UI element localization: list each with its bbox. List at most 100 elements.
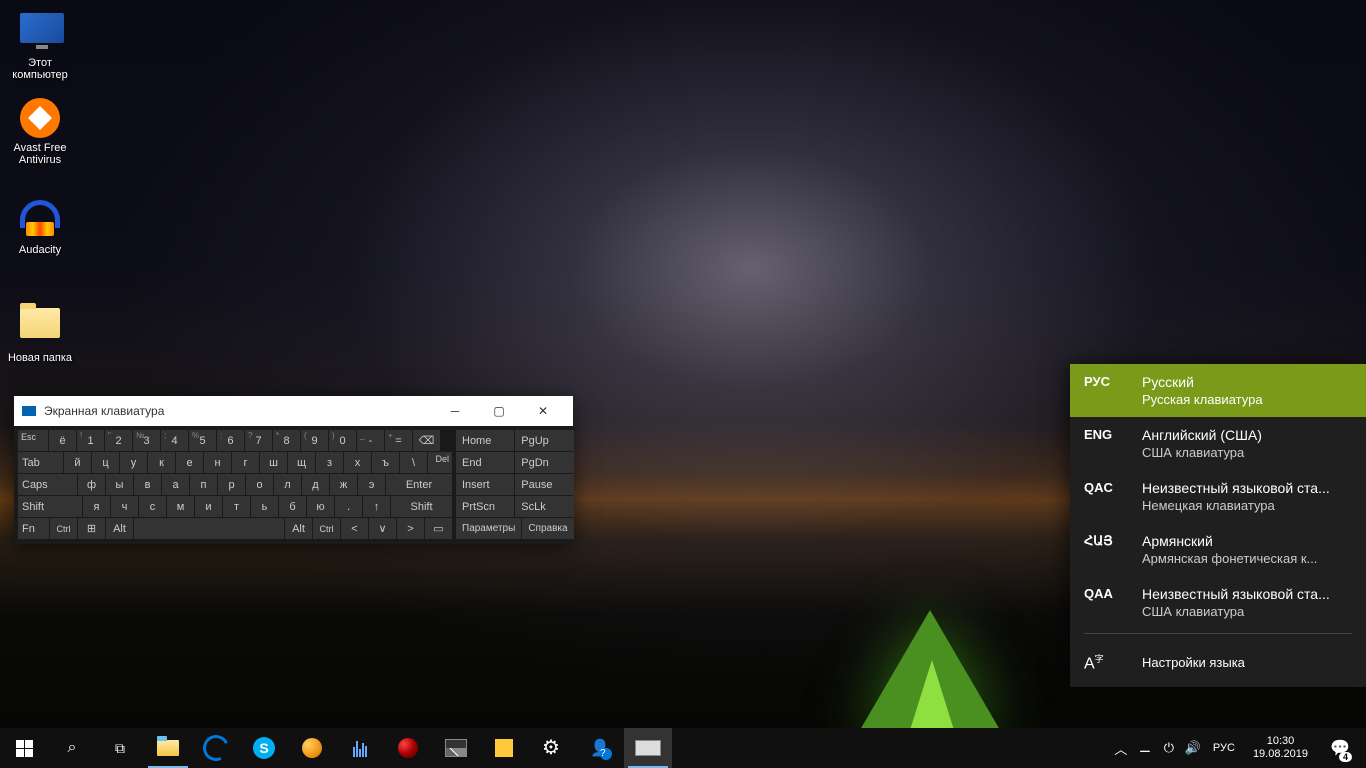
taskbar-app-orange[interactable] <box>288 728 336 768</box>
lang-item-qaa[interactable]: QAA Неизвестный языковой ста...США клави… <box>1070 576 1366 629</box>
key-backspace[interactable]: ⌫ <box>413 430 440 451</box>
key[interactable]: _- <box>357 430 384 451</box>
key[interactable]: р <box>218 474 245 495</box>
key-tab[interactable]: Tab <box>18 452 63 473</box>
key-shift-right[interactable]: Shift <box>391 496 452 517</box>
key[interactable]: д <box>302 474 329 495</box>
key[interactable]: ж <box>330 474 357 495</box>
key-pgup[interactable]: PgUp <box>515 430 573 451</box>
osk-options[interactable]: Параметры <box>456 518 521 539</box>
lang-item-eng[interactable]: ENG Английский (США)США клавиатура <box>1070 417 1366 470</box>
key[interactable]: б <box>279 496 306 517</box>
key[interactable]: т <box>223 496 250 517</box>
key-menu[interactable]: ▭ <box>425 518 452 539</box>
key[interactable]: з <box>316 452 343 473</box>
key-caps[interactable]: Caps <box>18 474 77 495</box>
key-pause[interactable]: Pause <box>515 474 573 495</box>
key[interactable]: и <box>195 496 222 517</box>
key[interactable]: :6 <box>217 430 244 451</box>
key-fn[interactable]: Fn <box>18 518 49 539</box>
key[interactable]: к <box>148 452 175 473</box>
desktop-icon-avast[interactable]: Avast Free Antivirus <box>2 98 78 166</box>
key[interactable]: !1 <box>77 430 104 451</box>
key[interactable]: %5 <box>189 430 216 451</box>
key[interactable]: п <box>190 474 217 495</box>
taskbar-explorer[interactable] <box>144 728 192 768</box>
key-space[interactable] <box>134 518 284 539</box>
key-down[interactable]: ∨ <box>369 518 396 539</box>
key[interactable]: щ <box>288 452 315 473</box>
key[interactable]: ь <box>251 496 278 517</box>
key-shift[interactable]: Shift <box>18 496 82 517</box>
key[interactable]: += <box>385 430 412 451</box>
key-end[interactable]: End <box>456 452 514 473</box>
taskbar-help[interactable]: 👤? <box>576 728 624 768</box>
key[interactable]: №3 <box>133 430 160 451</box>
key[interactable]: ц <box>92 452 119 473</box>
taskbar-edge[interactable] <box>192 728 240 768</box>
taskbar-skype[interactable]: S <box>240 728 288 768</box>
tray-language[interactable]: РУС <box>1207 728 1241 768</box>
lang-item-qac[interactable]: QAC Неизвестный языковой ста...Немецкая … <box>1070 470 1366 523</box>
tray-clock[interactable]: 10:30 19.08.2019 <box>1245 735 1316 761</box>
desktop-icon-this-pc[interactable]: Этот компьютер <box>2 8 78 81</box>
key[interactable]: ы <box>106 474 133 495</box>
key-ctrl[interactable]: Ctrl <box>50 518 77 539</box>
key-prtscn[interactable]: PrtScn <box>456 496 514 517</box>
taskview-button[interactable]: ⧉ <box>96 728 144 768</box>
key[interactable]: ?7 <box>245 430 272 451</box>
key[interactable]: э <box>358 474 385 495</box>
key[interactable]: й <box>64 452 91 473</box>
taskbar-osk[interactable] <box>624 728 672 768</box>
key[interactable]: г <box>232 452 259 473</box>
key-ctrl-right[interactable]: Ctrl <box>313 518 340 539</box>
key[interactable]: а <box>162 474 189 495</box>
osk-titlebar[interactable]: Экранная клавиатура ─ ▢ ✕ <box>14 396 573 426</box>
key[interactable]: л <box>274 474 301 495</box>
key-home[interactable]: Home <box>456 430 514 451</box>
key[interactable]: )0 <box>329 430 356 451</box>
osk-help[interactable]: Справка <box>522 518 573 539</box>
key[interactable]: ё <box>49 430 76 451</box>
lang-settings-link[interactable]: A字 Настройки языка <box>1070 638 1366 687</box>
key[interactable]: "2 <box>105 430 132 451</box>
key-left[interactable]: < <box>341 518 368 539</box>
key[interactable]: ъ <box>372 452 399 473</box>
key-alt-right[interactable]: Alt <box>285 518 312 539</box>
close-button[interactable]: ✕ <box>521 396 565 426</box>
key[interactable]: *8 <box>273 430 300 451</box>
key[interactable]: у <box>120 452 147 473</box>
key[interactable]: (9 <box>301 430 328 451</box>
key-esc[interactable]: Esc <box>18 430 48 451</box>
start-button[interactable] <box>0 728 48 768</box>
key[interactable]: ;4 <box>161 430 188 451</box>
taskbar-app-red[interactable] <box>384 728 432 768</box>
lang-item-arm[interactable]: ՀԱՅ АрмянскийАрмянская фонетическая к... <box>1070 523 1366 576</box>
key-pgdn[interactable]: PgDn <box>515 452 573 473</box>
key[interactable]: с <box>139 496 166 517</box>
taskbar-sticky-notes[interactable] <box>480 728 528 768</box>
key-win[interactable]: ⊞ <box>78 518 105 539</box>
tray-overflow[interactable]: ︿ <box>1111 728 1131 768</box>
key-insert[interactable]: Insert <box>456 474 514 495</box>
key[interactable]: м <box>167 496 194 517</box>
desktop-icon-new-folder[interactable]: Новая папка <box>2 302 78 364</box>
key-enter[interactable]: Enter <box>386 474 452 495</box>
key-del[interactable]: Del <box>428 452 452 473</box>
taskbar-settings[interactable] <box>528 728 576 768</box>
tray-battery[interactable]: ⏻ <box>1159 728 1179 768</box>
key[interactable]: \ <box>400 452 427 473</box>
osk-window[interactable]: Экранная клавиатура ─ ▢ ✕ Esc ё !1 "2 №3… <box>14 396 573 544</box>
desktop-icon-audacity[interactable]: Audacity <box>2 200 78 256</box>
key[interactable]: о <box>246 474 273 495</box>
key[interactable]: е <box>176 452 203 473</box>
key[interactable]: ш <box>260 452 287 473</box>
key-right[interactable]: > <box>397 518 424 539</box>
taskbar-app-eq[interactable] <box>336 728 384 768</box>
tray-network[interactable]: ⚊ <box>1135 728 1155 768</box>
key[interactable]: н <box>204 452 231 473</box>
key[interactable]: . <box>335 496 362 517</box>
key[interactable]: ч <box>111 496 138 517</box>
key[interactable]: в <box>134 474 161 495</box>
maximize-button[interactable]: ▢ <box>477 396 521 426</box>
